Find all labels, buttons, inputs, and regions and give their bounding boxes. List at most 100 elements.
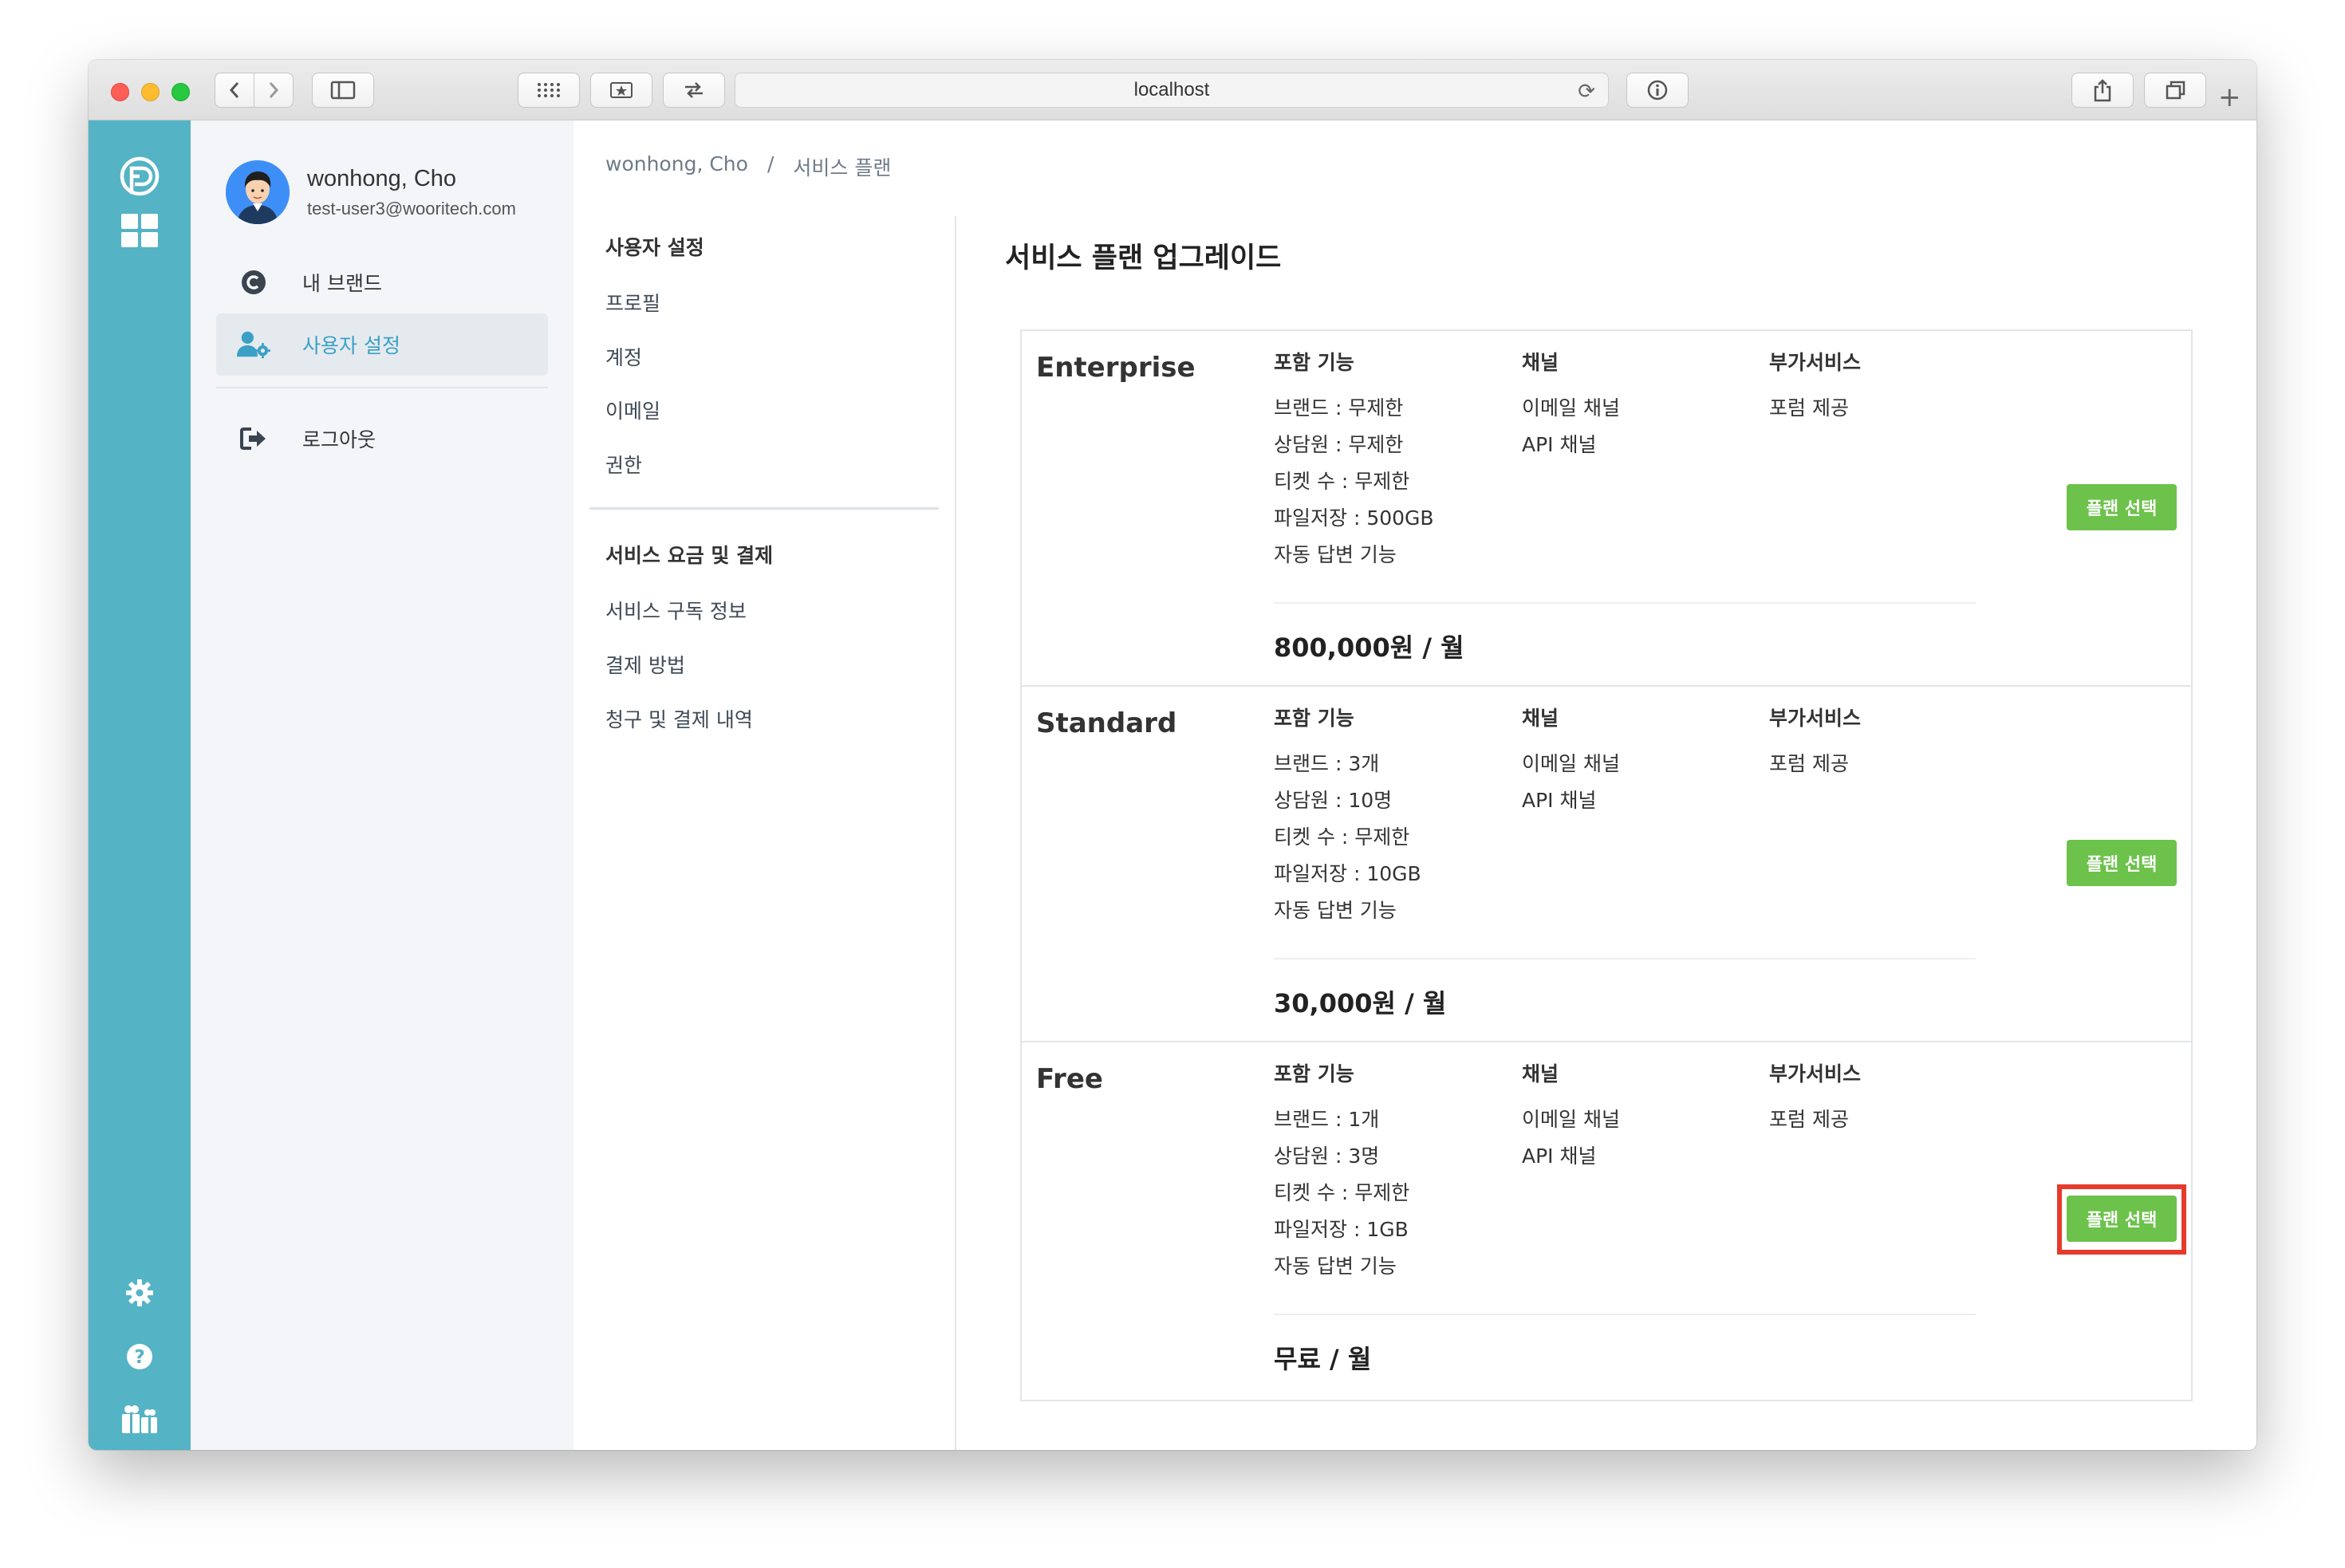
address-bar[interactable]: localhost ⟳ (735, 73, 1609, 108)
forward-button[interactable] (254, 73, 294, 108)
feature-item: 파일저장 : 1GB (1274, 1218, 1409, 1241)
main-content: 서비스 플랜 업그레이드 Enterprise 포함 기능 브랜드 : 무제한 … (956, 120, 2256, 1450)
channel-item: 이메일 채널 (1522, 1108, 1620, 1131)
share-button[interactable] (2071, 73, 2134, 108)
plan-name: Standard (1036, 707, 1177, 739)
menu-section-user-settings: 사용자 설정 (605, 236, 704, 259)
new-tab-button[interactable]: + (2218, 84, 2241, 111)
addon-item: 포럼 제공 (1769, 1108, 1849, 1131)
breadcrumb-user-link[interactable]: wonhong, Cho (605, 152, 748, 181)
feature-item: 자동 답변 기능 (1274, 1255, 1397, 1278)
feature-item: 파일저장 : 500GB (1274, 506, 1434, 530)
channels-heading: 채널 (1522, 351, 1559, 374)
feature-item: 브랜드 : 1개 (1274, 1108, 1380, 1131)
plan-card-standard: Standard 포함 기능 브랜드 : 3개 상담원 : 10명 티켓 수 :… (1022, 687, 2191, 1042)
select-plan-button[interactable]: 플랜 선택 (2067, 1196, 2177, 1242)
features-heading: 포함 기능 (1274, 707, 1354, 730)
plan-price: 30,000원 / 월 (1274, 988, 1447, 1018)
gift-icon[interactable] (89, 1395, 191, 1443)
info-button[interactable] (1626, 73, 1689, 108)
minimize-window-button[interactable] (141, 83, 160, 101)
plan-features: 포함 기능 브랜드 : 무제한 상담원 : 무제한 티켓 수 : 무제한 파일저… (1274, 347, 1434, 573)
share-tabs-button[interactable] (663, 73, 725, 108)
bookmarks-button[interactable] (590, 73, 652, 108)
channels-heading: 채널 (1522, 707, 1559, 730)
logout-icon (237, 422, 270, 455)
menu-link-email[interactable]: 이메일 (605, 396, 660, 424)
chevron-right-icon (269, 82, 279, 98)
menu-link-billing-history[interactable]: 청구 및 결제 내역 (605, 704, 753, 733)
select-plan-button[interactable]: 플랜 선택 (2067, 484, 2177, 530)
addon-item: 포럼 제공 (1769, 752, 1849, 775)
menu-link-subscription[interactable]: 서비스 구독 정보 (605, 596, 747, 624)
channels-heading: 채널 (1522, 1062, 1559, 1085)
menu-divider (589, 507, 939, 510)
close-window-button[interactable] (111, 83, 129, 101)
url-text: localhost (1133, 79, 1210, 100)
gear-icon[interactable] (89, 1269, 191, 1317)
sidebar-icon (330, 81, 356, 100)
nav-item-label: 로그아웃 (302, 428, 376, 451)
nav-item-user-settings[interactable]: 사용자 설정 (216, 313, 548, 376)
help-icon[interactable]: ? (89, 1333, 191, 1381)
addon-item: 포럼 제공 (1769, 396, 1849, 420)
plan-features: 포함 기능 브랜드 : 1개 상담원 : 3명 티켓 수 : 무제한 파일저장 … (1274, 1058, 1409, 1285)
settings-menu: wonhong, Cho / 서비스 플랜 사용자 설정 프로필 계정 이메일 … (573, 120, 956, 1450)
plan-divider (1274, 958, 1976, 959)
feature-item: 브랜드 : 3개 (1274, 752, 1380, 775)
channel-item: API 채널 (1522, 433, 1597, 456)
nav-item-logout[interactable]: 로그아웃 (216, 408, 548, 470)
feature-item: 상담원 : 3명 (1274, 1144, 1380, 1168)
zoom-window-button[interactable] (171, 83, 190, 101)
c-circle-icon (237, 266, 270, 299)
user-profile: wonhong, Cho test-user3@wooritech.com (226, 160, 516, 224)
addons-heading: 부가서비스 (1769, 1062, 1862, 1085)
plan-divider (1274, 602, 1976, 604)
menu-link-account[interactable]: 계정 (605, 342, 642, 371)
channel-item: 이메일 채널 (1522, 752, 1620, 775)
nav-item-label: 내 브랜드 (302, 272, 382, 295)
select-plan-button[interactable]: 플랜 선택 (2067, 840, 2177, 886)
menu-link-payment-method[interactable]: 결제 방법 (605, 650, 685, 679)
tabs-button[interactable] (2144, 73, 2206, 108)
plan-channels: 채널 이메일 채널 API 채널 (1522, 703, 1620, 819)
feature-item: 티켓 수 : 무제한 (1274, 470, 1410, 493)
menu-link-profile[interactable]: 프로필 (605, 288, 660, 317)
breadcrumb: wonhong, Cho / 서비스 플랜 (605, 152, 891, 181)
reload-icon[interactable]: ⟳ (1578, 79, 1595, 104)
dashboard-icon[interactable] (89, 199, 191, 262)
svg-text:?: ? (134, 1347, 144, 1368)
plan-price: 800,000원 / 월 (1274, 632, 1464, 663)
icon-rail: ? (89, 120, 191, 1450)
plan-name: Enterprise (1036, 352, 1196, 384)
nav-item-my-brand[interactable]: 내 브랜드 (216, 251, 548, 313)
menu-link-permissions[interactable]: 권한 (605, 450, 642, 479)
plan-addons: 부가서비스 포럼 제공 (1769, 703, 1861, 782)
breadcrumb-separator: / (767, 152, 774, 175)
grid-dots-icon (538, 83, 560, 97)
tab-overview-button[interactable] (518, 73, 580, 108)
feature-item: 상담원 : 10명 (1274, 789, 1393, 812)
app-root: ? wonhong, Cho test-user3@wooritech.com … (89, 120, 2256, 1450)
duplicate-icon (2166, 81, 2185, 100)
plan-channels: 채널 이메일 채널 API 채널 (1522, 1058, 1620, 1175)
feature-item: 자동 답변 기능 (1274, 543, 1397, 566)
features-heading: 포함 기능 (1274, 1062, 1354, 1085)
addons-heading: 부가서비스 (1769, 351, 1862, 374)
menu-section-billing: 서비스 요금 및 결제 (605, 544, 774, 567)
swap-arrows-icon (685, 82, 703, 98)
back-button[interactable] (215, 73, 254, 108)
plan-card-free: Free 포함 기능 브랜드 : 1개 상담원 : 3명 티켓 수 : 무제한 … (1022, 1042, 2191, 1398)
feature-item: 파일저장 : 10GB (1274, 862, 1421, 885)
profile-name: wonhong, Cho (307, 165, 457, 191)
plan-card-enterprise: Enterprise 포함 기능 브랜드 : 무제한 상담원 : 무제한 티켓 … (1022, 331, 2191, 687)
info-icon (1647, 80, 1668, 100)
feature-item: 티켓 수 : 무제한 (1274, 1181, 1410, 1204)
plan-divider (1274, 1314, 1976, 1315)
feature-item: 자동 답변 기능 (1274, 899, 1397, 922)
browser-window: localhost ⟳ + ? wonhong, Cho test-user3@… (89, 60, 2256, 1450)
sidebar-toggle-button[interactable] (312, 73, 374, 108)
share-icon (2094, 79, 2111, 102)
nav-divider (216, 387, 548, 388)
channel-item: API 채널 (1522, 1144, 1597, 1168)
